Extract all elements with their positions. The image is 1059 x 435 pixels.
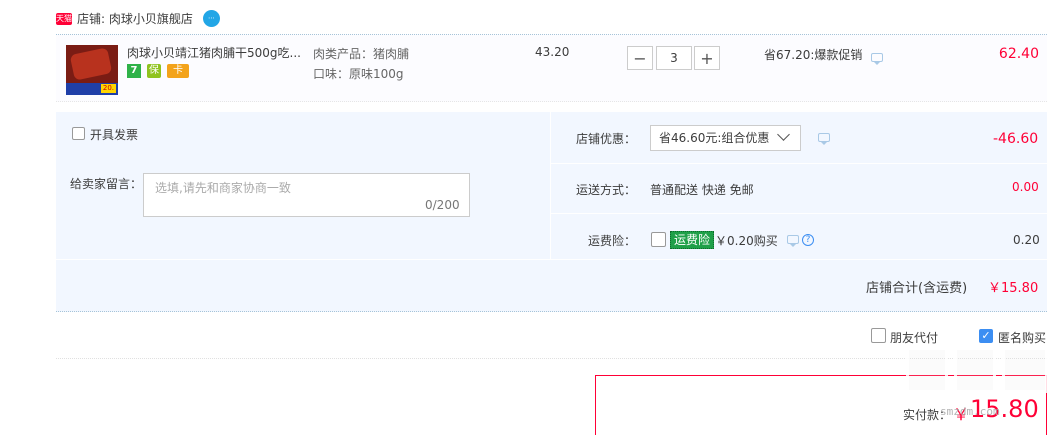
quantity-increase-button[interactable]: + <box>694 46 720 70</box>
guarantee-icon[interactable]: 保 <box>147 64 161 78</box>
anonymous-label[interactable]: 匿名购买 <box>998 329 1046 346</box>
seller-message-placeholder: 选填,请先和商家协商一致 <box>155 181 291 195</box>
store-name[interactable]: 店铺: 肉球小贝旗舰店 <box>77 10 193 28</box>
insurance-badge: 运费险 <box>670 231 715 249</box>
discount-comment-icon[interactable] <box>818 133 830 145</box>
item-total-price: 62.40 <box>998 46 1039 62</box>
invoice-label[interactable]: 开具发票 <box>90 126 138 143</box>
watermark-url: smzdm.com <box>940 405 1000 418</box>
quantity-input[interactable]: 3 <box>656 46 692 70</box>
insurance-price: ￥0.20购买 <box>715 234 778 248</box>
insurance-amount: 0.20 <box>1013 233 1040 247</box>
sku-type: 肉类产品：猪肉脯 <box>313 47 410 61</box>
shop-subtotal-value: ￥15.80 <box>988 281 1039 296</box>
credit-card-icon[interactable]: 卡 <box>167 64 189 78</box>
friend-pay-checkbox[interactable] <box>871 328 886 343</box>
shipping-label: 运送方式： <box>576 183 637 197</box>
seller-message-label: 给卖家留言： <box>70 177 143 191</box>
insurance-comment-icon[interactable] <box>787 235 799 247</box>
friend-pay-label[interactable]: 朋友代付 <box>890 329 938 346</box>
row-divider <box>551 213 1047 214</box>
quantity-decrease-button[interactable]: − <box>627 46 653 70</box>
row-divider <box>56 259 1047 260</box>
promotion-text: 省67.20:爆款促销 <box>764 48 863 62</box>
shop-discount-amount: -46.60 <box>993 131 1039 147</box>
sku-flavor: 口味：原味100g <box>313 67 404 81</box>
invoice-checkbox[interactable] <box>72 127 85 140</box>
shipping-method: 普通配送 快递 免邮 <box>650 183 754 197</box>
product-image-tag: 20. <box>100 84 116 93</box>
insurance-label: 运费险： <box>588 234 637 248</box>
shop-discount-label: 店铺优惠： <box>576 132 637 146</box>
seven-day-return-icon[interactable]: 7 <box>127 64 141 78</box>
product-title[interactable]: 肉球小贝靖江猪肉脯干500g吃... <box>127 45 302 61</box>
help-icon[interactable]: ? <box>802 234 814 246</box>
unit-price: 43.20 <box>535 45 570 59</box>
product-image-meat <box>69 47 113 81</box>
shop-subtotal-label: 店铺合计(含运费) <box>866 281 968 296</box>
options-divider <box>550 112 551 259</box>
row-divider <box>551 163 1047 164</box>
promotion-comment-icon[interactable] <box>871 53 883 65</box>
tmall-badge: 天猫 <box>56 13 72 25</box>
separator <box>56 358 1047 360</box>
wangwang-chat-icon[interactable]: ⋯ <box>203 10 220 27</box>
shipping-amount: 0.00 <box>1012 180 1039 194</box>
anonymous-checkbox[interactable]: ✓ <box>979 329 993 343</box>
seller-message-char-count: 0/200 <box>425 198 460 212</box>
insurance-checkbox[interactable] <box>651 232 666 247</box>
shop-discount-select[interactable]: 省46.60元:组合优惠 <box>650 125 801 151</box>
product-thumbnail[interactable]: 20. <box>66 45 118 95</box>
